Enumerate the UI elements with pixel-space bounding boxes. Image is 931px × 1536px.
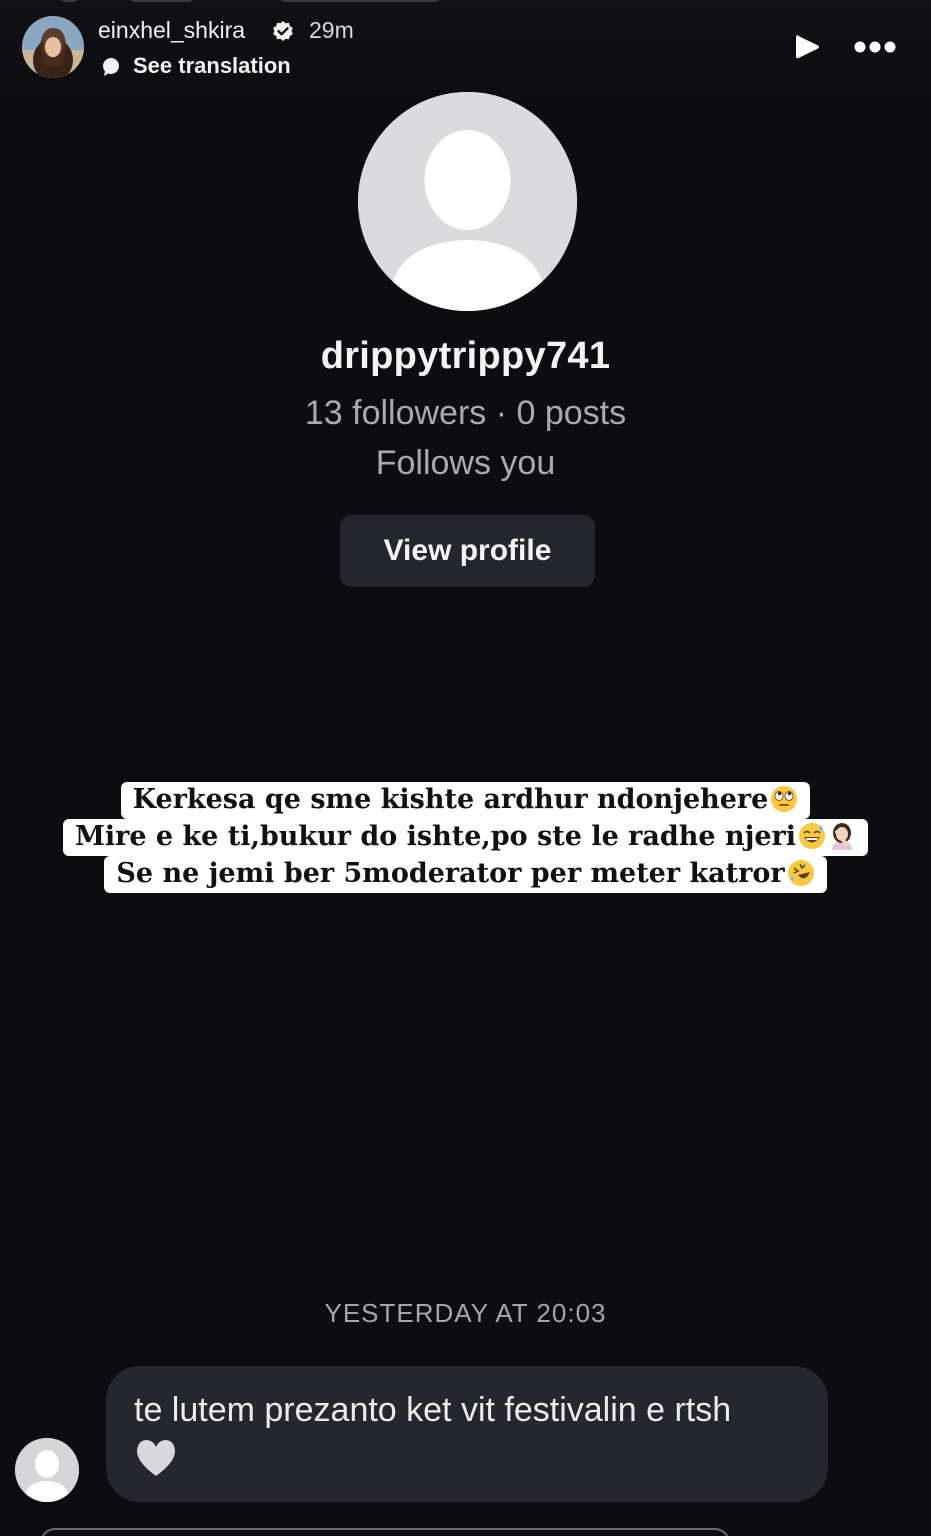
story-timestamp: 29m	[309, 17, 354, 43]
rolling-laughing-emoji-icon	[787, 860, 814, 886]
story-caption: Kerkesa qe sme kishte ardhur ndonjehere …	[0, 782, 931, 893]
woman-facepalming-emoji-icon	[832, 823, 853, 850]
shared-profile-username: drippytrippy741	[320, 335, 611, 377]
reply-input-edge[interactable]	[40, 1528, 730, 1536]
more-options-icon[interactable]	[853, 38, 897, 56]
message-text: te lutem prezanto ket vit festivalin e r…	[134, 1391, 732, 1429]
caption-text-1: Kerkesa qe sme kishte ardhur ndonjehere	[132, 784, 769, 815]
profile-stats: 13 followers · 0 posts	[304, 394, 627, 432]
play-icon[interactable]	[792, 32, 822, 62]
default-avatar-small-icon	[15, 1438, 79, 1502]
faded-previous-content	[60, 0, 480, 4]
eye-roll-emoji-icon	[771, 786, 798, 812]
sender-avatar[interactable]	[15, 1438, 79, 1502]
caption-text-3: Se ne jemi ber 5moderator per meter katr…	[116, 858, 785, 889]
follows-you-label: Follows you	[375, 444, 556, 482]
caption-line-3: Se ne jemi ber 5moderator per meter katr…	[0, 856, 931, 893]
message-bubble[interactable]: te lutem prezanto ket vit festivalin e r…	[106, 1366, 828, 1502]
caption-line-1: Kerkesa qe sme kishte ardhur ndonjehere	[0, 782, 931, 819]
profile-picture-placeholder[interactable]	[358, 92, 577, 311]
heart-icon	[137, 1440, 175, 1476]
verified-badge-icon	[273, 21, 293, 41]
story-author-avatar[interactable]	[22, 16, 84, 78]
sweat-smile-emoji-icon	[799, 823, 826, 849]
caption-text-2: Mire e ke ti,bukur do ishte,po ste le ra…	[74, 821, 797, 852]
default-avatar-icon	[358, 92, 577, 311]
author-photo	[22, 16, 84, 78]
caption-line-2: Mire e ke ti,bukur do ishte,po ste le ra…	[0, 819, 931, 856]
see-translation-link[interactable]: See translation	[133, 53, 291, 79]
message-timestamp: YESTERDAY AT 20:03	[324, 1298, 607, 1328]
story-author-username[interactable]: einxhel_shkira	[98, 17, 245, 44]
instagram-story-screen: einxhel_shkira 29m See translation dripp…	[0, 0, 931, 1536]
view-profile-button[interactable]: View profile	[340, 515, 595, 587]
translation-icon	[103, 58, 119, 76]
